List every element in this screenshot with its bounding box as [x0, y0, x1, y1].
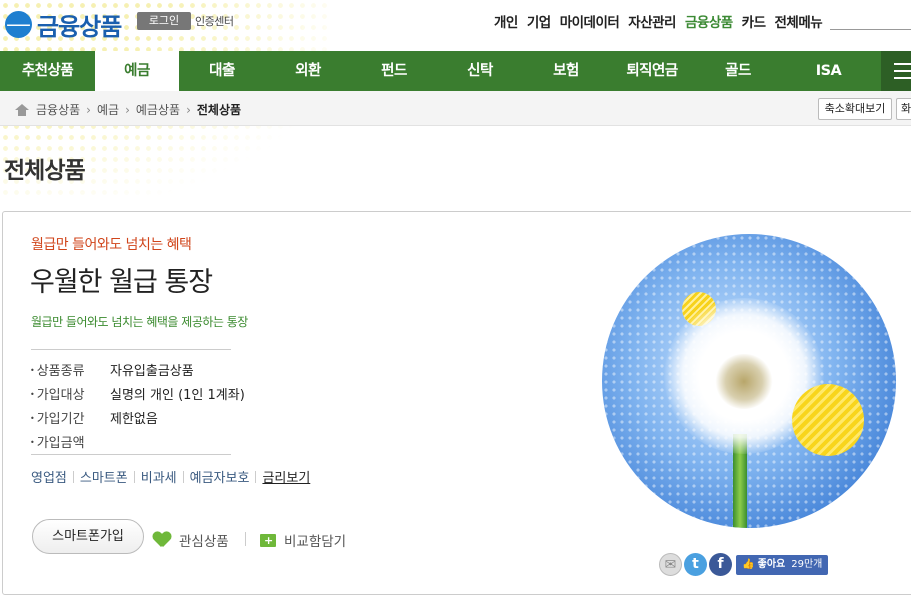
tab-recommend[interactable]: 추천상품	[0, 51, 95, 91]
spec-row: 가입금액	[30, 429, 245, 453]
thumbs-up-icon: 👍	[742, 558, 755, 570]
link-tax-free[interactable]: 비과세	[141, 467, 177, 486]
product-description: 월급만 들어와도 넘치는 혜택을 제공하는 통장	[31, 315, 248, 329]
breadcrumb: 금융상품 › 예금 › 예금상품 › 전체상품	[15, 101, 241, 118]
chevron-right-icon: ›	[86, 102, 91, 117]
tab-deposit[interactable]: 예금	[95, 51, 179, 91]
link-interest-rate[interactable]: 금리보기	[262, 467, 310, 486]
spec-value: 자유입출금상품	[110, 363, 194, 379]
product-eyebrow: 월급만 들어와도 넘치는 혜택	[31, 237, 192, 253]
top-menu-asset[interactable]: 자산관리	[628, 11, 676, 31]
facebook-icon[interactable]: f	[709, 553, 732, 576]
folder-add-icon: +	[260, 533, 276, 547]
home-icon[interactable]	[15, 103, 29, 116]
divider	[245, 532, 246, 546]
top-menu-all[interactable]: 전체메뉴	[775, 11, 823, 31]
spec-row: 가입대상 실명의 개인 (1인 1계좌)	[30, 381, 245, 405]
login-button[interactable]: 로그인	[137, 12, 191, 30]
like-button[interactable]: 👍 좋아요 29만개	[736, 554, 829, 575]
spec-label: 가입기간	[30, 408, 110, 427]
logo-text: 금융상품	[37, 13, 122, 41]
breadcrumb-item[interactable]: 예금	[97, 101, 119, 118]
spec-value: 실명의 개인 (1인 1계좌)	[110, 387, 245, 403]
interest-product-button[interactable]: 관심상품	[153, 530, 229, 550]
top-bar: 금융상품 로그인 인증센터 개인 기업 마이데이터 자산관리 금융상품 카드 전…	[0, 0, 911, 51]
cert-center-link[interactable]: 인증센터	[195, 13, 234, 29]
hamburger-icon[interactable]	[881, 51, 911, 91]
link-deposit-protection[interactable]: 예금자보호	[190, 467, 250, 486]
spec-label: 상품종류	[30, 360, 110, 379]
heart-icon	[153, 532, 171, 548]
divider	[182, 470, 184, 483]
main-nav: 추천상품 예금 대출 외환 펀드 신탁 보험 퇴직연금 골드 ISA	[0, 51, 911, 91]
product-image	[602, 234, 896, 528]
divider	[255, 470, 257, 483]
spec-label: 가입금액	[30, 432, 110, 451]
tab-isa[interactable]: ISA	[781, 51, 876, 91]
chevron-right-icon: ›	[125, 102, 130, 117]
like-count: 29만개	[791, 558, 823, 570]
breadcrumb-bar: 금융상품 › 예금 › 예금상품 › 전체상품	[0, 91, 911, 126]
page-title: 전체상품	[4, 158, 86, 184]
top-menu: 개인 기업 마이데이터 자산관리 금융상품 카드 전체메뉴	[494, 11, 831, 31]
tab-fund[interactable]: 펀드	[351, 51, 437, 91]
share-bar: ✉ t f 👍 좋아요 29만개	[659, 553, 829, 576]
screen-button[interactable]: 화	[896, 98, 911, 120]
top-menu-products[interactable]: 금융상품	[685, 11, 733, 31]
tab-trust[interactable]: 신탁	[437, 51, 523, 91]
search-input[interactable]	[830, 11, 911, 30]
top-menu-card[interactable]: 카드	[742, 11, 766, 31]
smartphone-join-button[interactable]: 스마트폰가입	[32, 519, 144, 554]
zoom-button[interactable]: 축소확대보기	[818, 98, 892, 120]
breadcrumb-current: 전체상품	[196, 103, 242, 117]
chevron-right-icon: ›	[186, 102, 191, 117]
divider	[133, 470, 135, 483]
divider	[31, 454, 231, 455]
compare-button[interactable]: + 비교함담기	[260, 530, 346, 550]
logo-icon	[5, 11, 32, 38]
divider	[72, 470, 74, 483]
product-links: 영업점 스마트폰 비과세 예금자보호 금리보기	[31, 467, 310, 486]
tab-pension[interactable]: 퇴직연금	[609, 51, 695, 91]
tab-loan[interactable]: 대출	[179, 51, 265, 91]
link-smartphone[interactable]: 스마트폰	[80, 467, 128, 486]
like-label: 좋아요	[757, 558, 786, 570]
link-branch[interactable]: 영업점	[31, 467, 67, 486]
page: 금융상품 로그인 인증센터 개인 기업 마이데이터 자산관리 금융상품 카드 전…	[0, 0, 911, 596]
breadcrumb-item[interactable]: 예금상품	[136, 101, 180, 118]
spec-row: 가입기간 제한없음	[30, 405, 245, 429]
tab-insurance[interactable]: 보험	[523, 51, 609, 91]
twitter-icon[interactable]: t	[684, 553, 707, 576]
spec-row: 상품종류 자유입출금상품	[30, 357, 245, 381]
spec-value: 제한없음	[110, 411, 158, 427]
tab-fx[interactable]: 외환	[265, 51, 351, 91]
compare-label: 비교함담기	[284, 534, 347, 550]
breadcrumb-item[interactable]: 금융상품	[36, 101, 80, 118]
tab-gold[interactable]: 골드	[695, 51, 781, 91]
interest-label: 관심상품	[179, 534, 229, 550]
divider	[31, 349, 231, 350]
top-menu-business[interactable]: 기업	[527, 11, 551, 31]
mail-icon[interactable]: ✉	[659, 553, 682, 576]
top-menu-mydata[interactable]: 마이데이터	[560, 11, 620, 31]
logo[interactable]: 금융상품	[5, 7, 122, 42]
product-name: 우월한 월급 통장	[30, 267, 213, 298]
top-menu-personal[interactable]: 개인	[494, 11, 518, 31]
product-specs: 상품종류 자유입출금상품 가입대상 실명의 개인 (1인 1계좌) 가입기간 제…	[30, 357, 245, 453]
spec-label: 가입대상	[30, 384, 110, 403]
